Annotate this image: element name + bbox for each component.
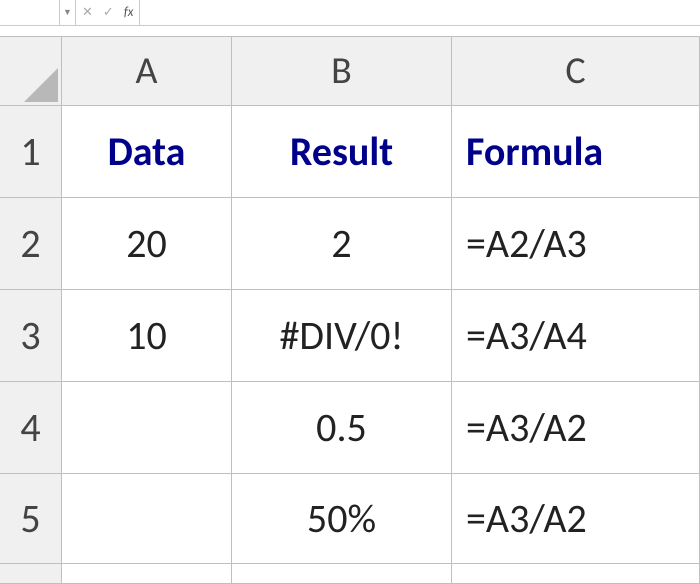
row-header-2[interactable]: 2 — [0, 198, 62, 290]
cell-B6[interactable] — [232, 564, 452, 584]
gap — [0, 26, 700, 36]
cell-A5[interactable] — [62, 474, 232, 564]
column-header-A[interactable]: A — [62, 36, 232, 106]
name-box-dropdown[interactable]: ▼ — [60, 0, 76, 25]
column-header-C[interactable]: C — [452, 36, 700, 106]
row-header-3[interactable]: 3 — [0, 290, 62, 382]
column-header-B[interactable]: B — [232, 36, 452, 106]
enter-icon[interactable]: ✓ — [103, 5, 114, 20]
cell-A4[interactable] — [62, 382, 232, 474]
cell-B4[interactable]: 0.5 — [232, 382, 452, 474]
select-all-cell[interactable] — [0, 36, 62, 106]
cell-C5[interactable]: =A3/A2 — [452, 474, 700, 564]
cell-B1[interactable]: Result — [232, 106, 452, 198]
cell-C1[interactable]: Formula — [452, 106, 700, 198]
spreadsheet-grid: A B C 1 Data Result Formula 2 20 2 =A2/A… — [0, 36, 700, 584]
cancel-icon[interactable]: ✕ — [82, 5, 93, 20]
row-header-1[interactable]: 1 — [0, 106, 62, 198]
name-box[interactable] — [0, 0, 60, 25]
cell-C4[interactable]: =A3/A2 — [452, 382, 700, 474]
row-header-5[interactable]: 5 — [0, 474, 62, 564]
formula-bar-buttons: ✕ ✓ fx — [76, 0, 140, 25]
cell-B5[interactable]: 50% — [232, 474, 452, 564]
cell-A2[interactable]: 20 — [62, 198, 232, 290]
row-header-4[interactable]: 4 — [0, 382, 62, 474]
cell-C6[interactable] — [452, 564, 700, 584]
fx-icon[interactable]: fx — [124, 5, 134, 20]
row-header-6[interactable] — [0, 564, 62, 584]
cell-A6[interactable] — [62, 564, 232, 584]
formula-bar: ▼ ✕ ✓ fx — [0, 0, 700, 26]
cell-B3[interactable]: #DIV/0! — [232, 290, 452, 382]
cell-C2[interactable]: =A2/A3 — [452, 198, 700, 290]
cell-B2[interactable]: 2 — [232, 198, 452, 290]
formula-input[interactable] — [140, 0, 700, 25]
cell-C3[interactable]: =A3/A4 — [452, 290, 700, 382]
cell-A3[interactable]: 10 — [62, 290, 232, 382]
cell-A1[interactable]: Data — [62, 106, 232, 198]
